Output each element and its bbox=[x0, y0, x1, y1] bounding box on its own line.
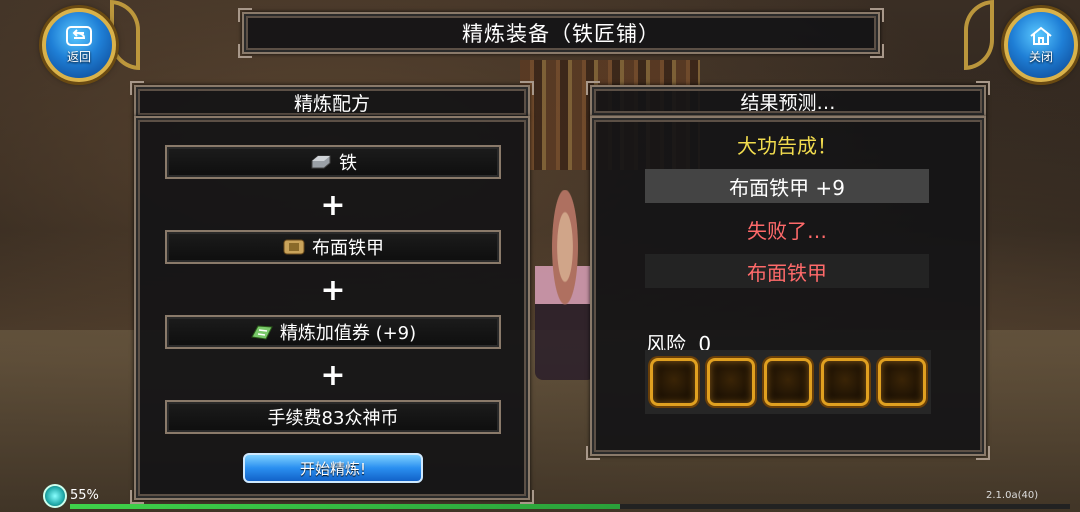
risk-slot bbox=[707, 358, 755, 406]
result-header: 结果预测… bbox=[586, 81, 990, 117]
version-label: 2.1.0a(40) bbox=[986, 490, 1039, 501]
page-title: 精炼装备（铁匠铺） bbox=[462, 22, 660, 46]
corner-ornament bbox=[238, 8, 252, 22]
recipe-item-material: 铁 bbox=[165, 145, 501, 179]
risk-slot bbox=[650, 358, 698, 406]
success-text: 大功告成！ bbox=[737, 133, 837, 158]
success-item: 布面铁甲 +9 bbox=[645, 169, 929, 203]
fail-item: 布面铁甲 bbox=[645, 254, 929, 288]
back-label: 返回 bbox=[66, 49, 91, 64]
recipe-item-coupon: 精炼加值券 (+9) bbox=[165, 315, 501, 349]
recipe-item-label: 精炼加值券 (+9) bbox=[279, 323, 417, 344]
risk-slot bbox=[821, 358, 869, 406]
recipe-item-label: 铁 bbox=[339, 153, 357, 174]
status-percent: 55% bbox=[70, 488, 99, 503]
corner-ornament bbox=[238, 44, 252, 58]
exp-bar-fill bbox=[70, 504, 620, 509]
risk-slot bbox=[878, 358, 926, 406]
corner-ornament bbox=[586, 81, 600, 95]
network-status-icon bbox=[43, 484, 67, 508]
corner-ornament bbox=[520, 81, 534, 95]
corner-ornament bbox=[870, 44, 884, 58]
corner-ornament bbox=[976, 81, 990, 95]
plus-sign: + bbox=[320, 188, 346, 223]
close-label: 关闭 bbox=[1028, 49, 1053, 64]
back-button[interactable]: 返回 bbox=[42, 8, 116, 82]
plus-sign: + bbox=[320, 358, 346, 393]
corner-ornament bbox=[520, 490, 534, 504]
corner-ornament bbox=[976, 446, 990, 460]
exp-bar bbox=[70, 504, 1070, 509]
player-character bbox=[535, 190, 595, 380]
recipe-item-fee: 手续费83众神币 bbox=[165, 400, 501, 434]
result-header-label: 结果预测… bbox=[740, 91, 836, 114]
risk-slot bbox=[764, 358, 812, 406]
armor-icon bbox=[283, 239, 305, 255]
corner-ornament bbox=[130, 81, 144, 95]
corner-ornament bbox=[870, 8, 884, 22]
fail-text: 失败了… bbox=[747, 218, 827, 243]
close-button[interactable]: 关闭 bbox=[1004, 8, 1078, 82]
corner-ornament bbox=[586, 446, 600, 460]
corner-ornament bbox=[130, 490, 144, 504]
home-icon bbox=[1030, 26, 1052, 45]
recipe-header-label: 精炼配方 bbox=[293, 92, 370, 115]
recipe-item-label: 布面铁甲 bbox=[312, 238, 384, 259]
recipe-fee-label: 手续费83众神币 bbox=[267, 408, 399, 429]
recipe-item-equipment: 布面铁甲 bbox=[165, 230, 501, 264]
iron-ingot-icon bbox=[311, 155, 331, 169]
start-refine-button[interactable]: 开始精炼! bbox=[243, 453, 423, 483]
title-bar: 精炼装备（铁匠铺） bbox=[238, 8, 884, 58]
coupon-icon bbox=[251, 325, 273, 340]
return-arrow-icon bbox=[66, 25, 92, 46]
plus-sign: + bbox=[320, 273, 346, 308]
recipe-header: 精炼配方 bbox=[130, 81, 534, 117]
